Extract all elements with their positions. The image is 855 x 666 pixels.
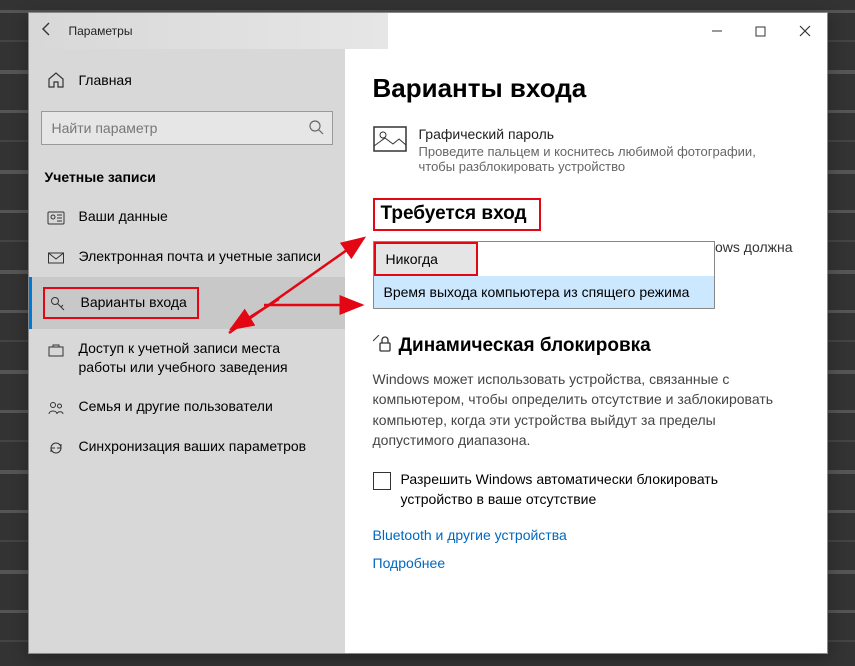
checkbox-box[interactable]: [373, 472, 391, 490]
sidebar-item-label: Варианты входа: [81, 293, 187, 313]
checkbox-label: Разрешить Windows автоматически блокиров…: [401, 470, 787, 509]
sidebar-item-label: Синхронизация ваших параметров: [79, 437, 307, 456]
person-card-icon: [47, 209, 65, 227]
key-icon: [49, 295, 67, 313]
sidebar-item-your-info[interactable]: Ваши данные: [29, 197, 345, 237]
app-title: Параметры: [69, 24, 133, 38]
home-icon: [47, 71, 65, 89]
sidebar-item-family[interactable]: Семья и другие пользователи: [29, 387, 345, 427]
search-icon: [308, 119, 324, 138]
search-placeholder: Найти параметр: [52, 120, 308, 136]
nav-home[interactable]: Главная: [29, 63, 345, 97]
picture-icon: [373, 126, 407, 174]
sidebar-item-label: Доступ к учетной записи места работы или…: [79, 339, 327, 377]
sidebar-item-sync[interactable]: Синхронизация ваших параметров: [29, 427, 345, 467]
dynamic-lock-checkbox[interactable]: Разрешить Windows автоматически блокиров…: [373, 470, 787, 509]
dynamic-lock-icon: [373, 335, 393, 359]
sidebar-section-heading: Учетные записи: [29, 145, 345, 197]
content-pane: Варианты входа Графический пароль Провед…: [345, 49, 827, 653]
people-icon: [47, 399, 65, 417]
dropdown-selected: Никогда: [376, 244, 476, 274]
sync-icon: [47, 439, 65, 457]
more-link[interactable]: Подробнее: [373, 555, 446, 571]
bluetooth-link[interactable]: Bluetooth и другие устройства: [373, 527, 567, 543]
titlebar: Параметры: [29, 13, 827, 49]
sidebar-item-signin-options[interactable]: Варианты входа: [29, 277, 345, 329]
settings-window: Параметры Главная Найти параметр: [28, 12, 828, 654]
nav-home-label: Главная: [79, 72, 132, 88]
sidebar-item-label: Электронная почта и учетные записи: [79, 247, 321, 266]
maximize-button[interactable]: [739, 13, 783, 49]
minimize-button[interactable]: [695, 13, 739, 49]
require-signin-dropdown[interactable]: Никогда Время выхода компьютера из спяще…: [373, 241, 715, 309]
require-signin-heading: Требуется вход: [381, 203, 527, 225]
picture-password-option[interactable]: Графический пароль Проведите пальцем и к…: [373, 126, 787, 174]
briefcase-icon: [47, 341, 65, 359]
sidebar-item-label: Семья и другие пользователи: [79, 397, 273, 416]
close-button[interactable]: [783, 13, 827, 49]
back-button[interactable]: [29, 21, 65, 42]
sidebar-item-work-access[interactable]: Доступ к учетной записи места работы или…: [29, 329, 345, 387]
picture-password-desc: Проведите пальцем и коснитесь любимой фо…: [419, 144, 779, 174]
dynamic-lock-desc: Windows может использовать устройства, с…: [373, 369, 787, 450]
picture-password-title: Графический пароль: [419, 126, 779, 142]
page-title: Варианты входа: [373, 73, 787, 104]
mail-icon: [47, 249, 65, 267]
dropdown-option[interactable]: Время выхода компьютера из спящего режим…: [374, 276, 714, 308]
dynamic-lock-heading: Динамическая блокировка: [373, 335, 787, 359]
sidebar-item-label: Ваши данные: [79, 207, 168, 226]
sidebar: Главная Найти параметр Учетные записи Ва…: [29, 49, 345, 653]
search-input[interactable]: Найти параметр: [41, 111, 333, 145]
sidebar-item-email[interactable]: Электронная почта и учетные записи: [29, 237, 345, 277]
